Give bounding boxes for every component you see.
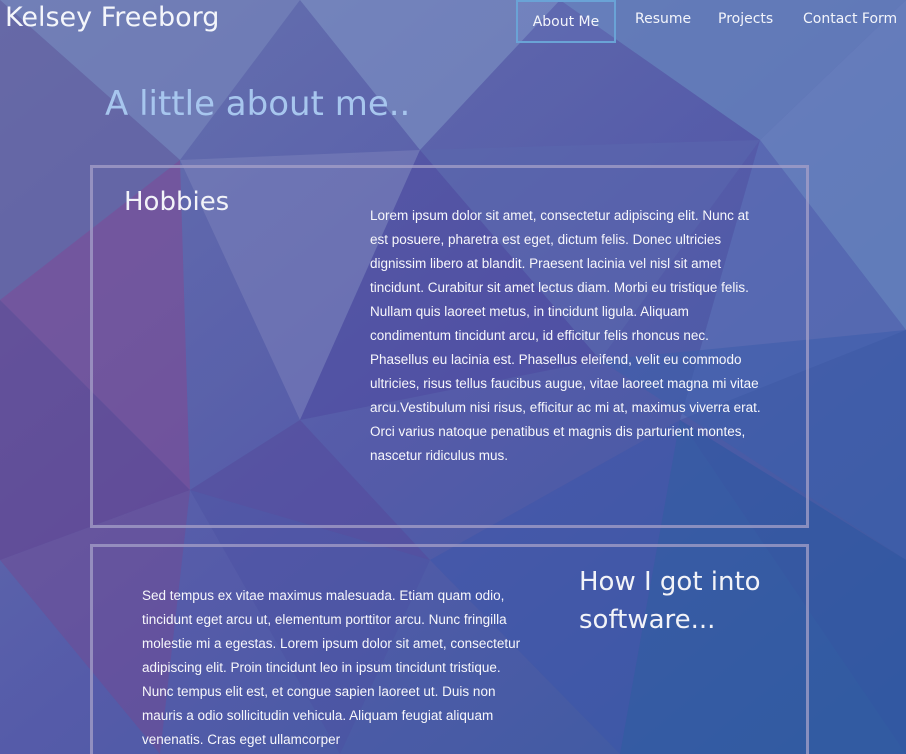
- hobbies-title: Hobbies: [124, 187, 230, 217]
- page-heading: A little about me..: [105, 84, 411, 124]
- nav-resume[interactable]: Resume: [635, 11, 691, 27]
- software-text: Sed tempus ex vitae maximus malesuada. E…: [142, 588, 521, 747]
- nav-about-me[interactable]: About Me: [516, 0, 616, 43]
- site-title[interactable]: Kelsey Freeborg: [5, 2, 219, 33]
- nav-projects[interactable]: Projects: [718, 11, 773, 27]
- software-title: How I got into software...: [579, 567, 761, 635]
- nav-contact-form[interactable]: Contact Form: [803, 11, 897, 27]
- hobbies-card: Hobbies Lorem ipsum dolor sit amet, cons…: [90, 165, 809, 528]
- hobbies-text: Lorem ipsum dolor sit amet, consectetur …: [370, 208, 761, 463]
- software-card: Sed tempus ex vitae maximus malesuada. E…: [90, 544, 809, 754]
